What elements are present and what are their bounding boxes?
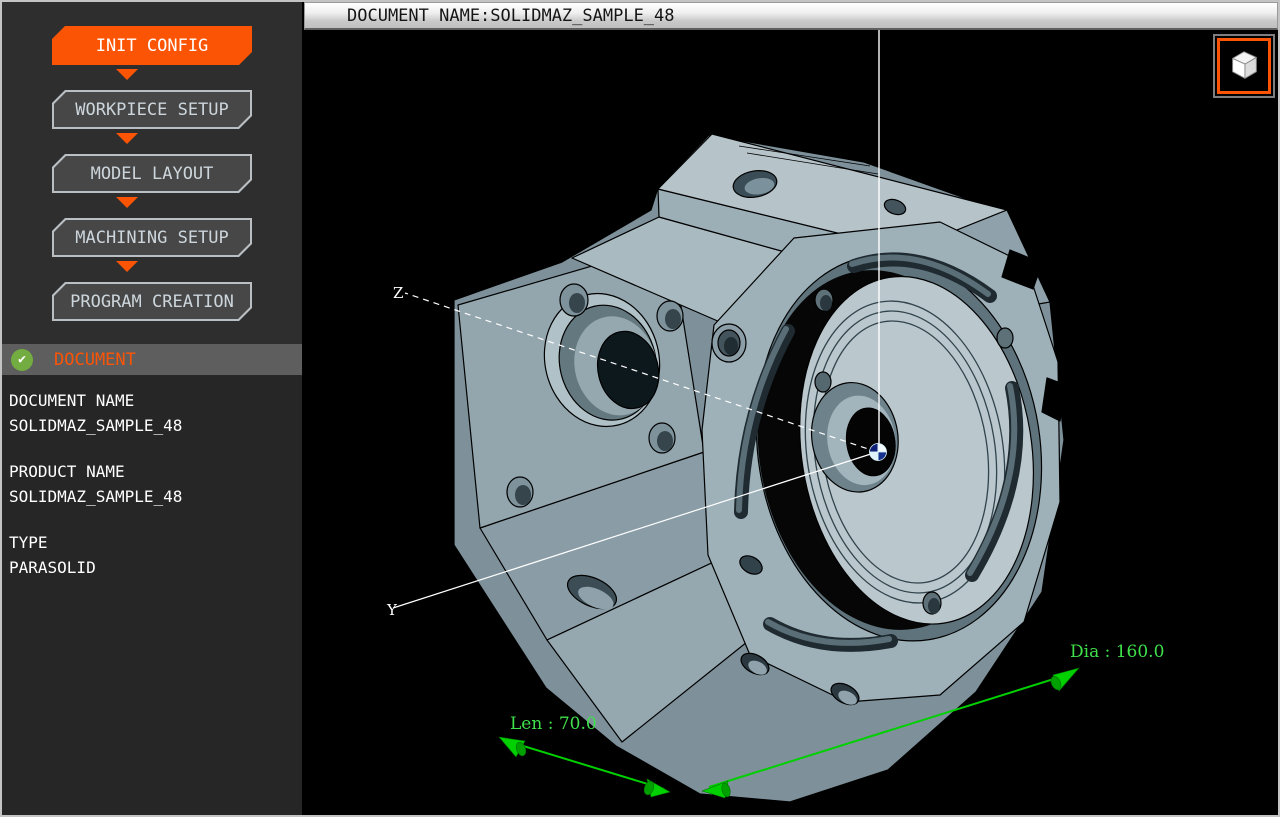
product-name-group: PRODUCT NAME SOLIDMAZ_SAMPLE_48 xyxy=(9,459,296,509)
product-name-value: SOLIDMAZ_SAMPLE_48 xyxy=(9,484,296,509)
step-model-layout[interactable]: MODEL LAYOUT xyxy=(52,154,252,193)
document-name-value: SOLIDMAZ_SAMPLE_48 xyxy=(9,413,296,438)
flow-arrow-icon xyxy=(116,69,138,80)
bore-floor-hole xyxy=(815,372,831,392)
flow-arrow-icon xyxy=(116,197,138,208)
check-icon: ✔ xyxy=(11,349,33,371)
flow-arrow-icon xyxy=(116,133,138,144)
origin-marker xyxy=(870,444,887,461)
cube-icon xyxy=(1217,38,1271,94)
step-machining-setup[interactable]: MACHINING SETUP xyxy=(52,218,252,257)
step-label: WORKPIECE SETUP xyxy=(75,100,229,120)
cad-model xyxy=(454,134,1069,802)
type-label: TYPE xyxy=(9,530,296,555)
main-area: DOCUMENT NAME:SOLIDMAZ_SAMPLE_48 xyxy=(302,2,1278,815)
flow-arrow-icon xyxy=(116,261,138,272)
step-label: INIT CONFIG xyxy=(96,36,209,56)
document-name-group: DOCUMENT NAME SOLIDMAZ_SAMPLE_48 xyxy=(9,388,296,438)
document-section-header[interactable]: ✔ DOCUMENT xyxy=(2,344,302,375)
viewport-title-text: DOCUMENT NAME:SOLIDMAZ_SAMPLE_48 xyxy=(347,6,675,26)
type-value: PARASOLID xyxy=(9,555,296,580)
workflow-steps: INIT CONFIG WORKPIECE SETUP MODEL LAYOUT… xyxy=(2,2,302,321)
type-group: TYPE PARASOLID xyxy=(9,530,296,580)
document-section-title: DOCUMENT xyxy=(54,350,136,370)
product-name-label: PRODUCT NAME xyxy=(9,459,296,484)
step-label: MACHINING SETUP xyxy=(75,228,229,248)
length-dimension-label: Len : 70.0 xyxy=(510,714,597,734)
step-init-config[interactable]: INIT CONFIG xyxy=(52,26,252,65)
z-axis-label: Z xyxy=(393,284,403,302)
diameter-dimension-label: Dia : 160.0 xyxy=(1070,642,1164,662)
document-name-label: DOCUMENT NAME xyxy=(9,388,296,413)
step-program-creation[interactable]: PROGRAM CREATION xyxy=(52,282,252,321)
workflow-sidebar: INIT CONFIG WORKPIECE SETUP MODEL LAYOUT… xyxy=(2,2,302,815)
step-label: MODEL LAYOUT xyxy=(91,164,214,184)
document-info-panel: DOCUMENT NAME SOLIDMAZ_SAMPLE_48 PRODUCT… xyxy=(2,375,302,815)
step-workpiece-setup[interactable]: WORKPIECE SETUP xyxy=(52,90,252,129)
viewport-3d[interactable]: Z Y xyxy=(304,30,1278,815)
cad-scene: Z Y xyxy=(304,30,1280,815)
view-cube-button[interactable] xyxy=(1213,34,1275,98)
viewport-title-bar: DOCUMENT NAME:SOLIDMAZ_SAMPLE_48 xyxy=(304,2,1278,30)
step-label: PROGRAM CREATION xyxy=(70,292,234,312)
y-axis-label: Y xyxy=(386,601,398,619)
app-window: INIT CONFIG WORKPIECE SETUP MODEL LAYOUT… xyxy=(0,0,1280,817)
